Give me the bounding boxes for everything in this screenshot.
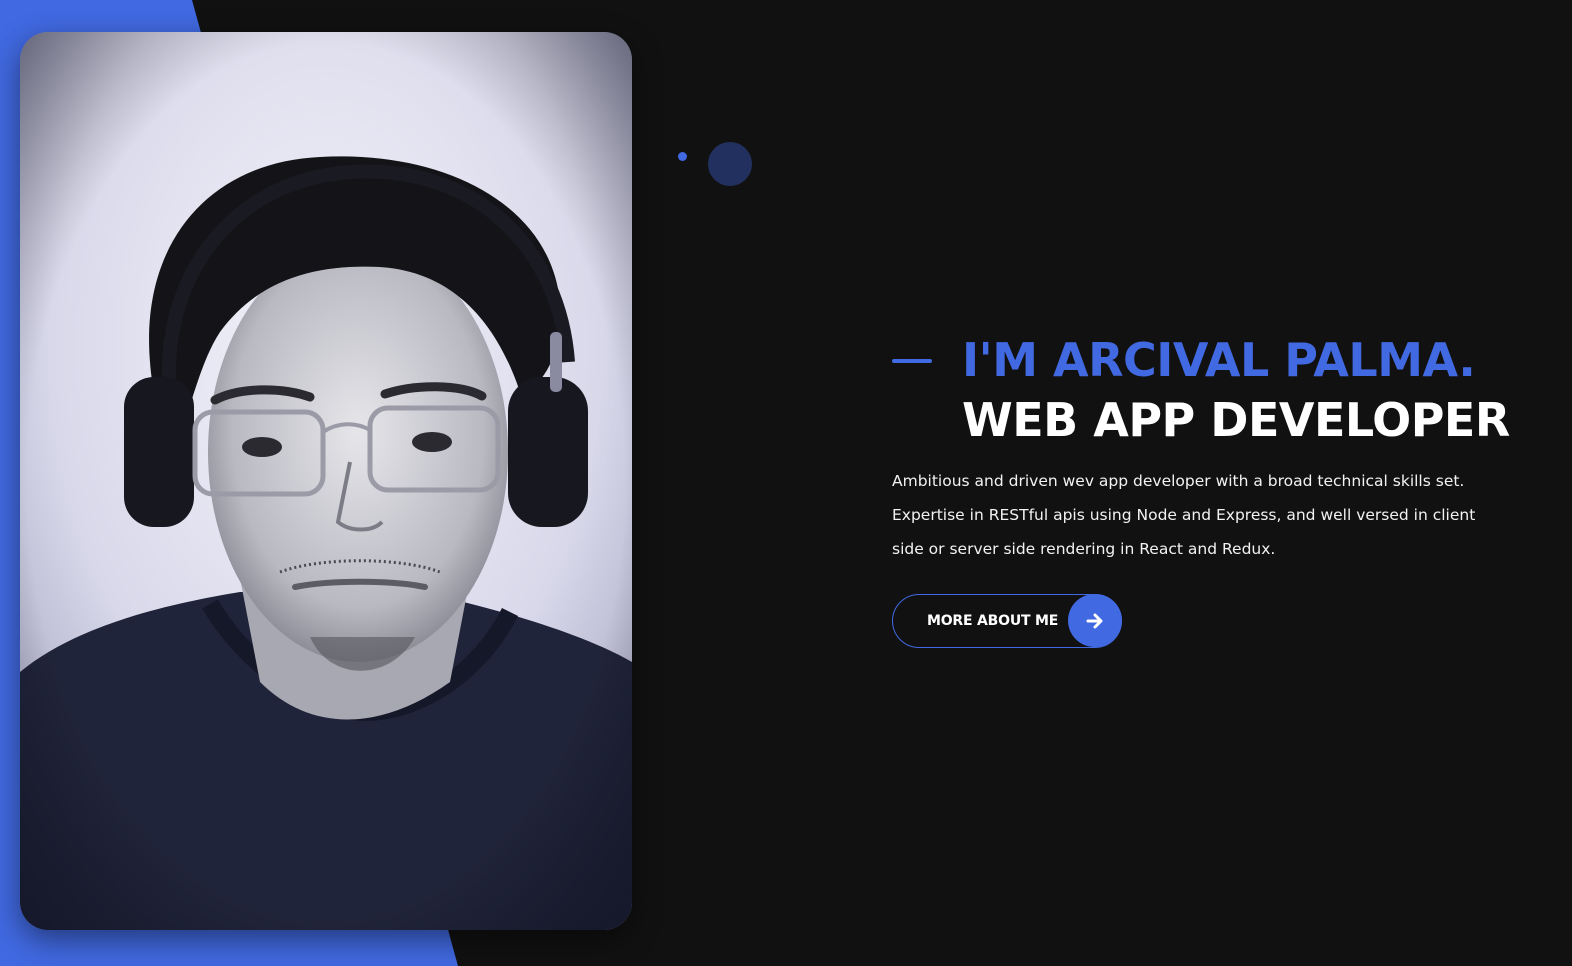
hero-section: I'M ARCIVAL PALMA. WEB APP DEVELOPER Amb… bbox=[0, 0, 1572, 966]
profile-photo bbox=[20, 32, 632, 930]
arrow-right-icon bbox=[1068, 594, 1122, 647]
hero-description: Ambitious and driven wev app developer w… bbox=[892, 472, 1476, 558]
hero-title: I'M ARCIVAL PALMA. WEB APP DEVELOPER bbox=[892, 330, 1532, 450]
decorative-dot-small bbox=[678, 152, 687, 161]
hero-text-block: I'M ARCIVAL PALMA. WEB APP DEVELOPER Amb… bbox=[892, 330, 1532, 648]
more-about-me-label: MORE ABOUT ME bbox=[927, 613, 1059, 629]
title-role: WEB APP DEVELOPER bbox=[962, 393, 1510, 447]
title-accent-dash bbox=[892, 359, 932, 363]
more-about-me-button[interactable]: MORE ABOUT ME bbox=[892, 594, 1122, 648]
title-name: I'M ARCIVAL PALMA. bbox=[962, 333, 1476, 387]
decorative-dot-large bbox=[708, 142, 752, 186]
